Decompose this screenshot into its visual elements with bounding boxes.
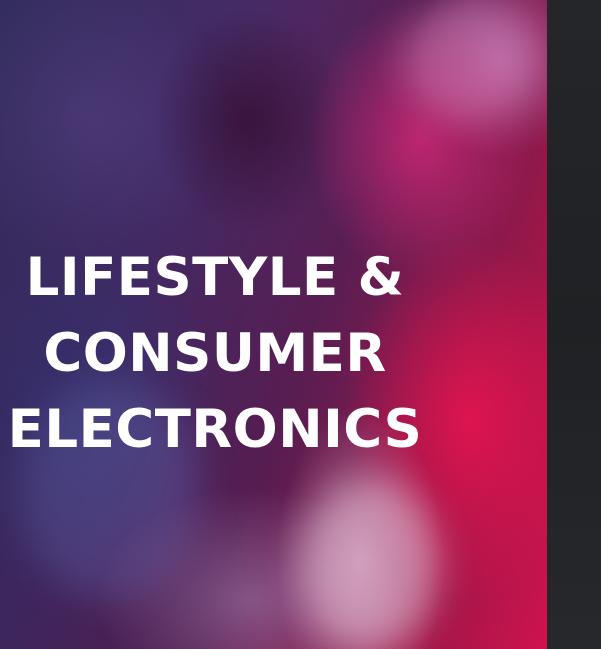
smoke-wisp <box>300 480 440 649</box>
hero-title: LIFESTYLE & CONSUMER ELECTRONICS <box>0 240 430 468</box>
smoke-wisp <box>400 0 540 120</box>
hero-title-line-1: LIFESTYLE & <box>25 247 405 308</box>
right-panel <box>547 0 601 649</box>
hero-title-line-2: CONSUMER <box>43 323 387 384</box>
hero-title-line-3: ELECTRONICS <box>7 399 423 460</box>
page: LIFESTYLE & CONSUMER ELECTRONICS <box>0 0 601 649</box>
hero-banner: LIFESTYLE & CONSUMER ELECTRONICS <box>0 0 547 649</box>
